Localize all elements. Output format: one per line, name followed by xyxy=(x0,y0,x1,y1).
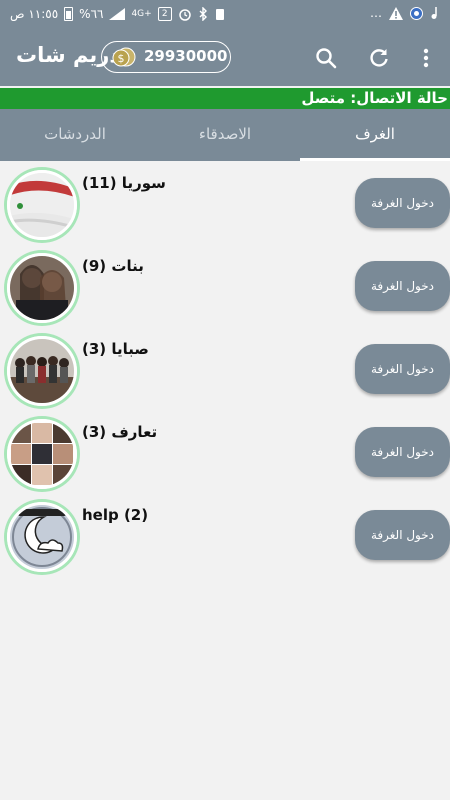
app-bar: دريم شات $ 29930000 xyxy=(0,30,450,86)
shield-icon xyxy=(410,6,423,20)
tab-bar: الدردشات الاصدقاء الغرف xyxy=(0,109,450,161)
tab-chats[interactable]: الدردشات xyxy=(0,109,150,161)
status-time: ١١:٥٥ ص xyxy=(10,7,59,21)
room-name: سوريا (11) xyxy=(82,174,166,192)
room-name: بنات (9) xyxy=(82,257,144,275)
room-avatar-syria xyxy=(7,170,77,240)
warning-icon xyxy=(389,6,403,20)
network-type: 4G+ xyxy=(131,9,152,19)
status-bar: ١١:٥٥ ص %٦٦ 4G+ 2 … xyxy=(0,0,450,30)
room-item-girls[interactable]: بنات (9) دخول الغرفة xyxy=(0,253,450,335)
room-avatar-young-women xyxy=(7,336,77,406)
signal-icon xyxy=(109,8,126,20)
enter-room-button[interactable]: دخول الغرفة xyxy=(355,510,450,560)
tab-friends[interactable]: الاصدقاء xyxy=(150,109,300,161)
enter-room-button[interactable]: دخول الغرفة xyxy=(355,178,450,228)
active-tab-indicator xyxy=(300,158,450,161)
room-avatar-girls xyxy=(7,253,77,323)
room-name: صبايا (3) xyxy=(82,340,149,358)
battery-icon xyxy=(64,7,74,21)
coins-icon: $ xyxy=(112,47,136,67)
room-avatar-acquaintance xyxy=(7,419,77,489)
connection-status-bar: حالة الاتصال: متصل xyxy=(0,88,450,109)
more-icon: … xyxy=(370,6,382,20)
overflow-menu-icon[interactable] xyxy=(414,46,438,70)
enter-room-button[interactable]: دخول الغرفة xyxy=(355,344,450,394)
status-left: ١١:٥٥ ص %٦٦ 4G+ 2 xyxy=(10,7,226,21)
sim-icon: 2 xyxy=(157,7,172,21)
room-item-syria[interactable]: سوريا (11) دخول الغرفة xyxy=(0,170,450,252)
music-icon xyxy=(431,7,437,19)
room-item-acquaintance[interactable]: تعارف (3) دخول الغرفة xyxy=(0,419,450,501)
room-name: help (2) xyxy=(82,506,149,524)
bluetooth-icon xyxy=(199,7,207,21)
refresh-icon[interactable] xyxy=(367,46,391,70)
status-right: … xyxy=(370,6,440,20)
room-item-young-women[interactable]: صبايا (3) دخول الغرفة xyxy=(0,336,450,418)
alarm-icon xyxy=(178,9,191,21)
coin-balance[interactable]: $ 29930000 xyxy=(101,41,231,73)
room-item-help[interactable]: help (2) دخول الغرفة xyxy=(0,502,450,584)
usb-icon xyxy=(215,9,224,20)
room-avatar-help xyxy=(7,502,77,572)
svg-text:$: $ xyxy=(118,52,125,65)
room-name: تعارف (3) xyxy=(82,423,158,441)
connection-status: حالة الاتصال: متصل xyxy=(301,89,448,107)
enter-room-button[interactable]: دخول الغرفة xyxy=(355,427,450,477)
coin-amount: 29930000 xyxy=(144,47,228,65)
battery-percent: %٦٦ xyxy=(79,7,104,21)
tab-rooms[interactable]: الغرف xyxy=(300,109,450,161)
enter-room-button[interactable]: دخول الغرفة xyxy=(355,261,450,311)
search-icon[interactable] xyxy=(314,46,338,70)
